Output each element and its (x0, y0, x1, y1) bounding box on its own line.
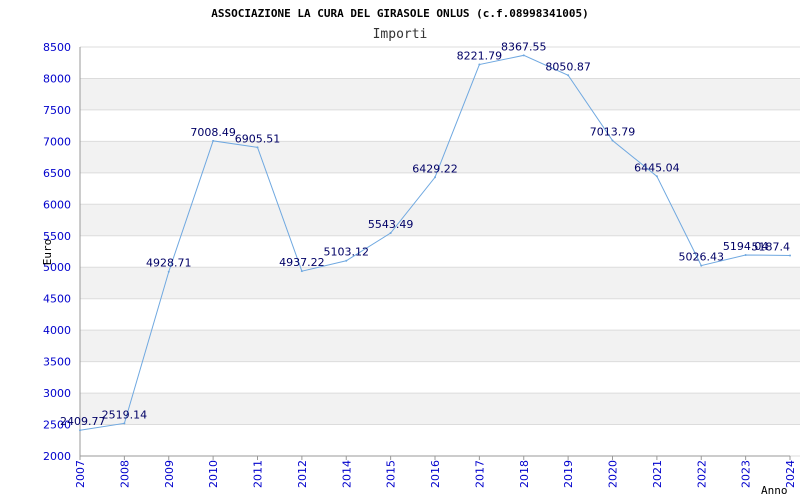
data-label: 4928.71 (146, 257, 192, 270)
x-tick-label: 2010 (207, 460, 220, 488)
data-label: 6445.04 (634, 161, 680, 174)
y-tick-label: 8500 (43, 41, 71, 54)
grid-band (80, 267, 800, 299)
y-tick-label: 2000 (43, 450, 71, 463)
series-line (79, 54, 791, 431)
y-tick-label: 7500 (43, 104, 71, 117)
data-label: 2519.14 (102, 408, 148, 421)
x-tick-label: 2023 (740, 460, 753, 488)
grid-band (80, 393, 800, 425)
data-point (212, 139, 215, 142)
data-point (522, 54, 525, 57)
y-tick-label: 8000 (43, 72, 71, 85)
data-point (700, 264, 703, 267)
x-tick-labels: 2007 2008 2009 2010 2011 2012 2014 2015 2016 2017… (74, 456, 797, 488)
data-label: 4937.22 (279, 256, 325, 269)
data-point (744, 254, 747, 257)
data-label: 5103.12 (324, 246, 370, 259)
x-tick-label: 2007 (74, 460, 87, 488)
x-tick-label: 2018 (518, 460, 531, 488)
grid-band (80, 78, 800, 110)
data-point (345, 259, 348, 262)
y-tick-label: 4000 (43, 324, 71, 337)
data-point (79, 429, 81, 432)
grid-band (80, 330, 800, 362)
x-tick-label: 2014 (340, 460, 353, 488)
data-point (789, 254, 791, 257)
data-label: 7008.49 (190, 126, 236, 139)
y-tick-label: 7000 (43, 135, 71, 148)
data-point (655, 175, 658, 178)
y-axis-label: Euro (41, 239, 54, 266)
data-point (256, 146, 259, 149)
data-point (300, 270, 303, 273)
y-tick-label: 3500 (43, 356, 71, 369)
x-tick-label: 2008 (118, 460, 131, 488)
data-point (389, 232, 392, 235)
x-tick-label: 2011 (252, 460, 265, 488)
y-tick-label: 6500 (43, 167, 71, 180)
y-tick-label: 3000 (43, 387, 71, 400)
x-tick-label: 2012 (296, 460, 309, 488)
data-label: 8050.87 (545, 60, 591, 73)
grid-band (80, 204, 800, 236)
x-tick-label: 2020 (607, 460, 620, 488)
x-tick-label: 2015 (385, 460, 398, 488)
line-chart: 2000250030003500400045005000550060006500… (41, 7, 800, 497)
y-tick-label: 4500 (43, 293, 71, 306)
data-point (611, 139, 614, 142)
data-point (434, 176, 436, 179)
data-label: 8221.79 (457, 50, 503, 63)
x-axis-label: Anno (761, 484, 788, 497)
data-point (478, 63, 481, 66)
x-tick-label: 2022 (695, 460, 708, 488)
data-point (123, 422, 126, 425)
x-tick-label: 2016 (429, 460, 442, 488)
x-tick-label: 2017 (473, 460, 486, 488)
data-point (167, 270, 170, 273)
data-label: 7013.79 (590, 126, 636, 139)
data-label: 6429.22 (412, 162, 458, 175)
data-label: 8367.55 (501, 40, 547, 53)
data-label: 5026.43 (679, 251, 725, 264)
data-label: 5187.4 (752, 240, 791, 253)
data-label: 5543.49 (368, 218, 414, 231)
chart-subtitle: Importi (373, 27, 428, 42)
chart-title: ASSOCIAZIONE LA CURA DEL GIRASOLE ONLUS … (211, 7, 589, 20)
data-point (567, 74, 570, 77)
x-tick-label: 2009 (163, 460, 176, 488)
data-label: 6905.51 (235, 132, 281, 145)
data-points (79, 54, 791, 432)
y-tick-label: 6000 (43, 198, 71, 211)
x-tick-label: 2021 (651, 460, 664, 488)
data-label: 2409.77 (60, 415, 106, 428)
x-tick-label: 2019 (562, 460, 575, 488)
